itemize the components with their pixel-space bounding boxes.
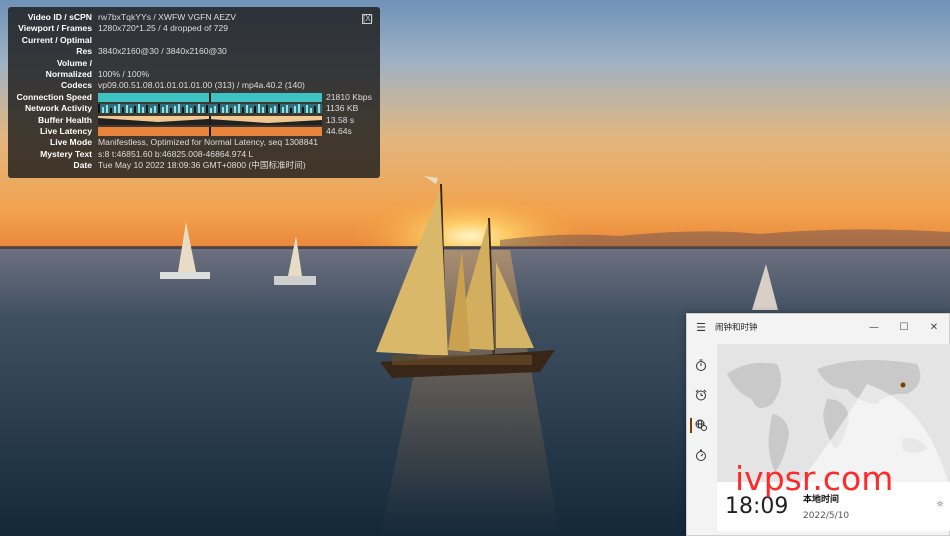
stats-value-text: 1280x720*1.25 / 4 dropped of 729 [98,23,228,34]
stats-value [98,35,380,46]
stats-value: 44.64s [98,126,380,137]
stats-sparkline [98,127,322,137]
clock-nav [687,350,715,470]
stats-value: s:8 t:46851.60 b:46825.008-46864.974 L [98,149,380,160]
stats-key: Normalized [45,68,92,79]
stats-value: 100% / 100% [98,69,380,80]
stats-key: Network Activity [24,103,92,114]
stats-value: rw7bxTqkYYs / XWFW VGFN AEZV [98,12,380,23]
stats-value-text: 1136 KB [326,103,359,114]
stats-row: Res 3840x2160@30 / 3840x2160@30 [8,46,380,57]
stats-value-text: 3840x2160@30 / 3840x2160@30 [98,46,227,57]
close-button[interactable]: ✕ [919,322,949,333]
close-stats-button[interactable]: [X] [362,14,373,24]
stats-value-text: rw7bxTqkYYs / XWFW VGFN AEZV [98,12,236,22]
stats-row: Date Tue May 10 2022 18:09:36 GMT+0800 (中… [8,160,380,171]
stats-key: Res [76,46,92,57]
stats-row: Connection Speed 21810 Kbps [8,92,380,103]
stats-value: 3840x2160@30 / 3840x2160@30 [98,46,380,57]
stats-row: Current / Optimal [8,35,380,46]
stats-key: Viewport / Frames [18,23,92,34]
stats-row: Buffer Health 13.58 s [8,115,380,126]
stats-sparkline [98,115,322,125]
stats-row: Live Latency 44.64s [8,126,380,137]
stats-key: Date [73,160,92,171]
stats-value: 1136 KB [98,103,380,114]
stats-value: vp09.00.51.08.01.01.01.01.00 (313) / mp4… [98,80,380,91]
stats-key: Current / Optimal [21,34,92,45]
stats-key: Video ID / sCPN [27,12,92,22]
stats-value-text: vp09.00.51.08.01.01.01.01.00 (313) / mp4… [98,80,305,91]
stats-key: Live Mode [49,137,92,148]
stats-value: Tue May 10 2022 18:09:36 GMT+0800 (中国标准时… [98,160,380,171]
stats-value-text: Tue May 10 2022 18:09:36 GMT+0800 (中国标准时… [98,160,306,171]
stats-row: Network Activity 1136 KB [8,103,380,114]
watermark: ivpsr.com [735,459,894,498]
maximize-button[interactable]: ☐ [889,322,919,333]
clock-app-title: 闹钟和时钟 [715,323,758,333]
stats-rows: Video ID / sCPN rw7bxTqkYYs / XWFW VGFN A… [8,12,380,171]
stats-key: Volume / [56,57,92,68]
stats-for-nerds-panel: [X] Video ID / sCPN rw7bxTqkYYs / XWFW VG… [8,7,380,178]
stats-sparkline [98,92,322,102]
stats-value-text: s:8 t:46851.60 b:46825.008-46864.974 L [98,148,254,159]
minimize-button[interactable]: — [859,322,889,333]
stats-row: Normalized 100% / 100% [8,69,380,80]
stats-value: Manifestless, Optimized for Normal Laten… [98,137,380,148]
stats-key: Live Latency [39,125,92,136]
stats-value: 13.58 s [98,115,380,126]
clock-app-window: ☰ 闹钟和时钟 — ☐ ✕ 18:09 本地时间 2022/5/10 ☼ [686,313,950,536]
stats-key: Mystery Text [40,148,92,159]
stats-value-text: 44.64s [326,125,352,136]
timer-icon[interactable] [687,350,715,380]
clock-titlebar: ☰ 闹钟和时钟 — ☐ ✕ [687,314,949,340]
stats-value-text: 13.58 s [326,114,355,125]
sun-icon: ☼ [935,500,944,510]
stopwatch-icon[interactable] [687,440,715,470]
local-date: 2022/5/10 [803,511,850,521]
stats-key: Buffer Health [38,114,92,125]
stats-row: Live Mode Manifestless, Optimized for Nor… [8,137,380,148]
stats-value-text: Manifestless, Optimized for Normal Laten… [98,137,319,148]
stats-value [98,58,380,69]
stats-value: 1280x720*1.25 / 4 dropped of 729 [98,23,380,34]
stats-row: Video ID / sCPN rw7bxTqkYYs / XWFW VGFN A… [8,12,380,23]
stats-key: Connection Speed [16,91,92,102]
stats-value-text: 21810 Kbps [326,91,372,102]
hamburger-icon[interactable]: ☰ [687,321,715,334]
stats-row: Codecs vp09.00.51.08.01.01.01.01.00 (313)… [8,80,380,91]
stats-row: Viewport / Frames 1280x720*1.25 / 4 dropp… [8,23,380,34]
stats-row: Volume / [8,58,380,69]
stats-key: Codecs [60,80,92,91]
stats-row: Mystery Text s:8 t:46851.60 b:46825.008-4… [8,149,380,160]
world-clock-icon[interactable] [687,410,715,440]
alarm-icon[interactable] [687,380,715,410]
stats-sparkline [98,104,322,114]
stats-value-text: 100% / 100% [98,68,150,79]
stats-value: 21810 Kbps [98,92,380,103]
